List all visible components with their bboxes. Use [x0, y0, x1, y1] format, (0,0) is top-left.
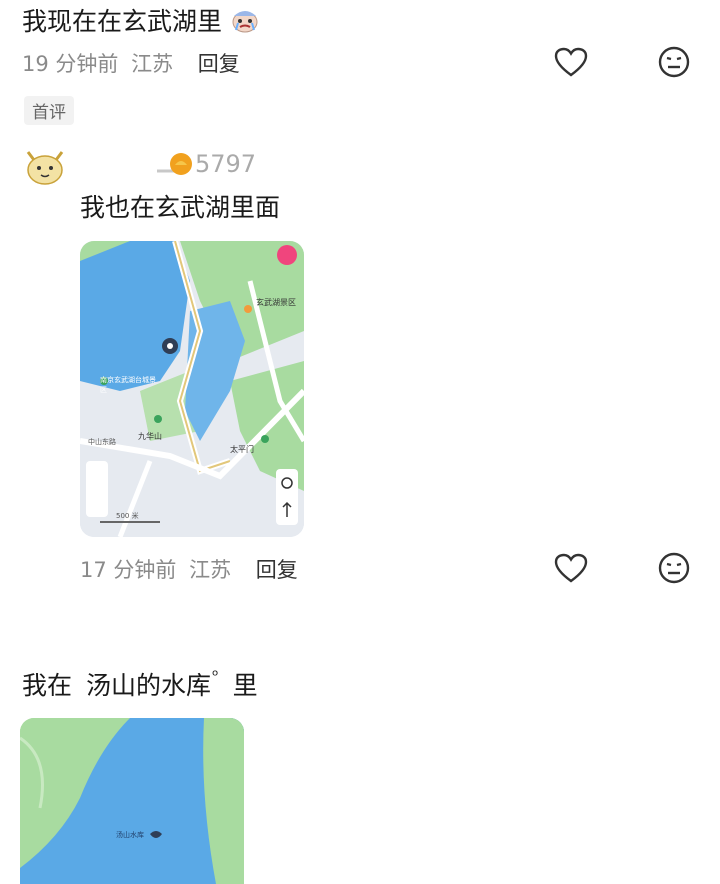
neutral-face-icon — [658, 46, 690, 78]
map-label-lake-area: 南京玄武湖台城景区 — [100, 376, 156, 394]
comment-2-meta: 17 分钟前 江苏 回复 — [80, 554, 298, 584]
comment-1-dislike-button[interactable] — [652, 40, 696, 84]
neutral-face-icon — [658, 552, 690, 584]
map-image-tangshan-reservoir[interactable]: 汤山水库 — [20, 718, 244, 884]
comment-3-text: 我在 汤山的水库ᵒ 里 — [22, 666, 258, 702]
map-label-road: 中山东路 — [88, 438, 116, 446]
comment-1-text: 我现在在玄武湖里 — [22, 2, 260, 40]
map-label-gate: 太平门 — [230, 445, 254, 454]
flame-icon — [157, 153, 192, 175]
first-comment-badge: 首评 — [24, 96, 74, 125]
heart-icon — [554, 47, 588, 77]
crying-emoji-icon — [230, 6, 260, 40]
comment-2-dislike-button[interactable] — [652, 546, 696, 590]
comment-3-suffix: 里 — [232, 671, 258, 700]
map-label-district: 玄武湖景区 — [256, 298, 296, 307]
comment-2-reply-button[interactable]: 回复 — [256, 558, 298, 582]
comment-1-reply-button[interactable]: 回复 — [198, 52, 240, 76]
comment-2-text: 我也在玄武湖里面 — [80, 193, 281, 222]
comment-2-time: 17 分钟前 — [80, 558, 177, 582]
comment-3-search-link[interactable]: 汤山的水库 — [86, 671, 211, 700]
comment-3-prefix: 我在 — [22, 671, 73, 700]
map-image-xuanwu-lake[interactable]: 玄武湖景区 九华山 南京玄武湖台城景区 太平门 中山东路 500 米 — [80, 241, 304, 537]
likes-count: 5797 — [195, 150, 257, 178]
map-2-label: 汤山水库 — [116, 831, 144, 839]
comment-1-meta: 19 分钟前 江苏 回复 — [22, 48, 240, 78]
comment-1-like-button[interactable] — [549, 40, 593, 84]
map-label-north: 九华山 — [138, 432, 162, 441]
search-icon: ᵒ — [211, 666, 219, 685]
comment-1-location: 江苏 — [131, 52, 174, 76]
comment-1-body: 我现在在玄武湖里 — [22, 7, 223, 36]
likes-badge: 5797 — [155, 150, 256, 178]
comment-2-like-button[interactable] — [549, 546, 593, 590]
comment-1-time: 19 分钟前 — [22, 52, 119, 76]
comment-1: 我现在在玄武湖里 19 分钟前 江苏 回复 — [22, 2, 712, 92]
comment-2-location: 江苏 — [189, 558, 232, 582]
map-scale: 500 米 — [116, 512, 139, 520]
map-graphic-2 — [20, 718, 244, 884]
avatar[interactable] — [22, 146, 68, 188]
heart-icon — [554, 553, 588, 583]
